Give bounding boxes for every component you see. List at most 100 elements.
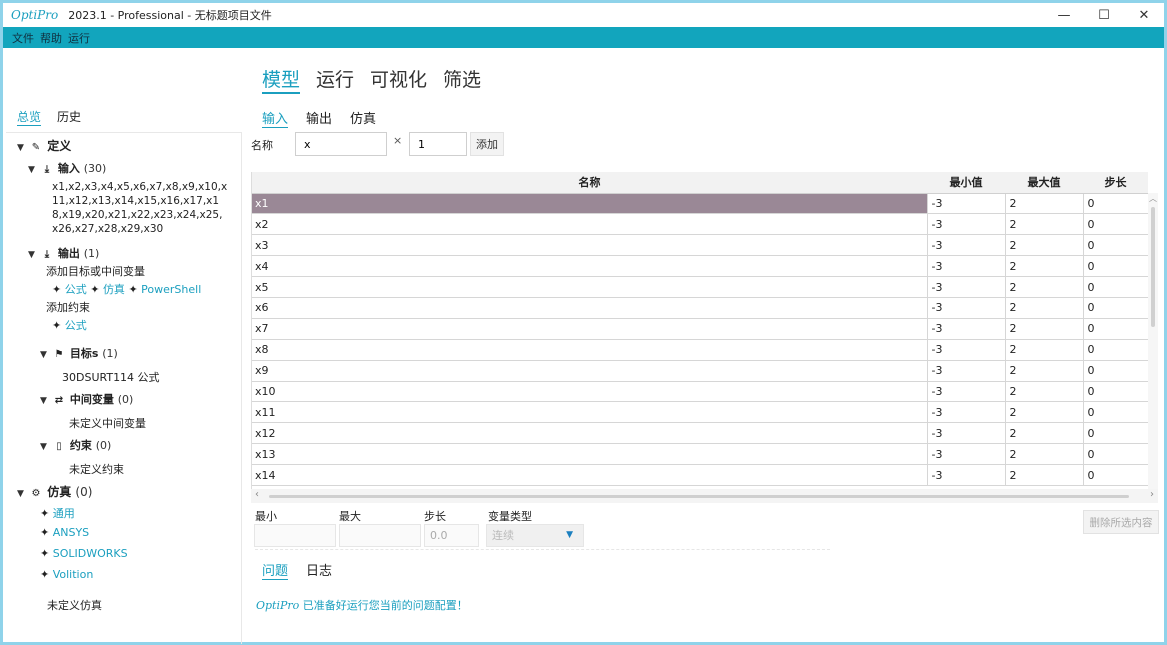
variable-type-select[interactable]: 连续 ▼ — [486, 524, 584, 547]
sim-solidworks-link[interactable]: SOLIDWORKS — [53, 547, 128, 560]
cell-min[interactable]: -3 — [927, 234, 1006, 257]
cell-name[interactable]: x7 — [252, 318, 928, 340]
cell-name[interactable]: x13 — [252, 443, 928, 466]
cell-max[interactable]: 2 — [1005, 193, 1084, 215]
min-input[interactable] — [254, 524, 336, 547]
table-row[interactable]: x1 -3 2 0 — [252, 193, 1149, 215]
cell-step[interactable]: 0 — [1083, 276, 1149, 298]
cell-step[interactable]: 0 — [1083, 318, 1149, 340]
add-powershell-link[interactable]: PowerShell — [141, 283, 201, 296]
cell-name[interactable]: x3 — [252, 234, 928, 257]
cell-step[interactable]: 0 — [1083, 193, 1149, 215]
tab-visualize[interactable]: 可视化 — [370, 65, 427, 94]
cell-max[interactable]: 2 — [1005, 213, 1084, 236]
table-row[interactable]: x9 -3 2 0 — [252, 360, 1149, 382]
cell-step[interactable]: 0 — [1083, 381, 1149, 403]
tab-overview[interactable]: 总览 — [17, 108, 42, 126]
table-row[interactable]: x3 -3 2 0 — [252, 234, 1149, 257]
column-header-min[interactable]: 最小值 — [927, 172, 1005, 194]
cell-min[interactable]: -3 — [927, 318, 1006, 340]
table-row[interactable]: x10 -3 2 0 — [252, 381, 1149, 403]
cell-name[interactable]: x8 — [252, 339, 928, 361]
sim-volition-link[interactable]: Volition — [53, 568, 94, 581]
cell-step[interactable]: 0 — [1083, 464, 1149, 486]
cell-max[interactable]: 2 — [1005, 443, 1084, 466]
cell-max[interactable]: 2 — [1005, 234, 1084, 257]
target-item[interactable]: 30DSURT114 公式 — [62, 369, 160, 385]
table-row[interactable]: x14 -3 2 0 — [252, 464, 1149, 486]
cell-max[interactable]: 2 — [1005, 381, 1084, 403]
tree-inputs[interactable]: ▼ ⤓ 输入 (30) — [28, 160, 106, 176]
tree-constraints[interactable]: ▼ ▯ 约束 (0) — [40, 437, 111, 453]
table-vertical-scrollbar[interactable]: ︿ — [1148, 193, 1158, 490]
tree-simulation[interactable]: ▼ ⚙ 仿真 (0) — [17, 483, 92, 500]
column-header-name[interactable]: 名称 — [252, 172, 927, 194]
cell-step[interactable]: 0 — [1083, 297, 1149, 319]
sim-ansys-link[interactable]: ANSYS — [53, 526, 89, 539]
table-row[interactable]: x5 -3 2 0 — [252, 276, 1149, 298]
table-row[interactable]: x12 -3 2 0 — [252, 422, 1149, 445]
cell-name[interactable]: x1 — [252, 193, 928, 215]
cell-step[interactable]: 0 — [1083, 422, 1149, 445]
cell-max[interactable]: 2 — [1005, 401, 1084, 424]
cell-name[interactable]: x6 — [252, 297, 928, 319]
tab-filter[interactable]: 筛选 — [443, 65, 481, 94]
tab-model[interactable]: 模型 — [262, 65, 301, 94]
table-row[interactable]: x4 -3 2 0 — [252, 255, 1149, 278]
add-constraint-formula-link[interactable]: 公式 — [65, 319, 87, 332]
tab-run[interactable]: 运行 — [316, 65, 354, 94]
menu-file[interactable]: 文件 — [12, 30, 34, 46]
tree-definition[interactable]: ▼ ✎ 定义 — [17, 137, 71, 154]
cell-min[interactable]: -3 — [927, 401, 1006, 424]
add-formula-link[interactable]: 公式 — [65, 283, 87, 296]
cell-step[interactable]: 0 — [1083, 401, 1149, 424]
tab-log[interactable]: 日志 — [306, 560, 332, 580]
cell-name[interactable]: x5 — [252, 276, 928, 298]
scrollbar-thumb[interactable] — [1151, 207, 1155, 327]
cell-name[interactable]: x11 — [252, 401, 928, 424]
table-row[interactable]: x8 -3 2 0 — [252, 339, 1149, 361]
add-button[interactable]: 添加 — [470, 132, 504, 156]
scrollbar-thumb[interactable] — [269, 495, 1129, 498]
chevron-up-icon[interactable]: ︿ — [1148, 193, 1158, 204]
step-input[interactable]: 0.0 — [424, 524, 479, 547]
tab-history[interactable]: 历史 — [57, 108, 81, 126]
cell-max[interactable]: 2 — [1005, 339, 1084, 361]
cell-name[interactable]: x2 — [252, 213, 928, 236]
tree-outputs[interactable]: ▼ ⤓ 输出 (1) — [28, 245, 99, 261]
table-row[interactable]: x2 -3 2 0 — [252, 213, 1149, 236]
menu-run[interactable]: 运行 — [68, 30, 90, 46]
cell-max[interactable]: 2 — [1005, 464, 1084, 486]
cell-step[interactable]: 0 — [1083, 213, 1149, 236]
cell-min[interactable]: -3 — [927, 339, 1006, 361]
cell-min[interactable]: -3 — [927, 193, 1006, 215]
cell-min[interactable]: -3 — [927, 276, 1006, 298]
cell-name[interactable]: x9 — [252, 360, 928, 382]
cell-max[interactable]: 2 — [1005, 360, 1084, 382]
count-input[interactable] — [409, 132, 467, 156]
cell-max[interactable]: 2 — [1005, 422, 1084, 445]
minimize-button[interactable]: — — [1044, 3, 1084, 27]
cell-name[interactable]: x10 — [252, 381, 928, 403]
cell-min[interactable]: -3 — [927, 381, 1006, 403]
cell-name[interactable]: x4 — [252, 255, 928, 278]
add-simulation-link[interactable]: 仿真 — [103, 283, 125, 296]
subtab-simulation[interactable]: 仿真 — [350, 108, 376, 128]
column-header-max[interactable]: 最大值 — [1005, 172, 1083, 194]
cell-min[interactable]: -3 — [927, 360, 1006, 382]
cell-max[interactable]: 2 — [1005, 255, 1084, 278]
chevron-right-icon[interactable]: › — [1150, 489, 1154, 500]
chevron-left-icon[interactable]: ‹ — [255, 489, 259, 500]
table-row[interactable]: x7 -3 2 0 — [252, 318, 1149, 340]
table-horizontal-scrollbar[interactable]: ‹ › — [251, 489, 1158, 503]
maximize-button[interactable]: ☐ — [1084, 3, 1124, 27]
cell-min[interactable]: -3 — [927, 464, 1006, 486]
table-row[interactable]: x13 -3 2 0 — [252, 443, 1149, 466]
name-input[interactable] — [295, 132, 387, 156]
cell-step[interactable]: 0 — [1083, 255, 1149, 278]
column-header-step[interactable]: 步长 — [1083, 172, 1148, 194]
cell-max[interactable]: 2 — [1005, 318, 1084, 340]
cell-min[interactable]: -3 — [927, 297, 1006, 319]
menu-help[interactable]: 帮助 — [40, 30, 62, 46]
delete-selected-button[interactable]: 删除所选内容 — [1083, 510, 1159, 534]
